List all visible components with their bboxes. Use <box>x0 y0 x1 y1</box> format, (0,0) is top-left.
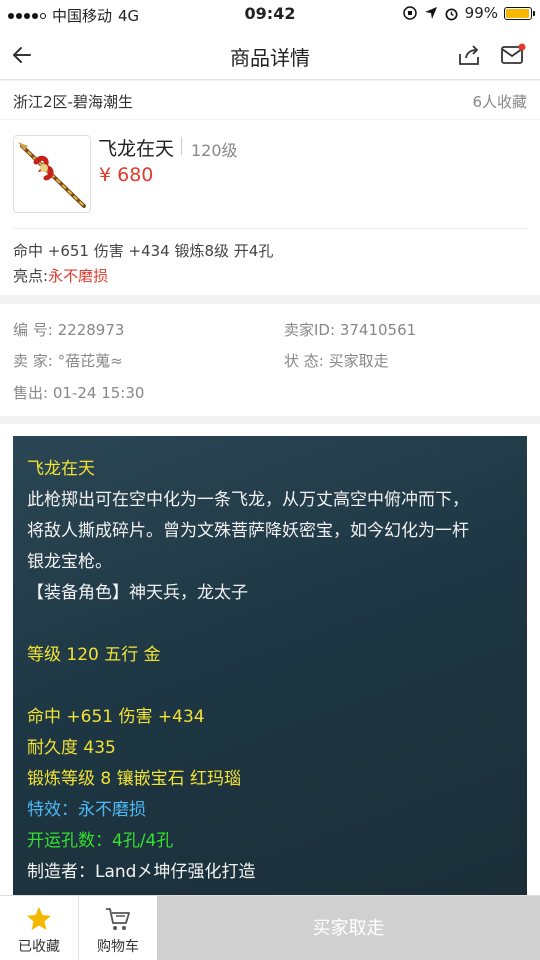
server-card: 浙江2区-碧海潮生 6人收藏 <box>0 81 540 119</box>
item-description: 飞龙在天 此枪掷出可在空中化为一条飞龙，从万丈高空中俯冲而下， 将敌人撕成碎片。… <box>13 436 527 896</box>
desc-spacer <box>27 609 513 640</box>
state-row: 状 态: 买家取走 <box>284 350 389 371</box>
buyer-taken-button[interactable]: 买家取走 <box>157 896 540 960</box>
item-price: ¥ 680 <box>99 164 154 186</box>
desc-role: 【装备角色】神天兵，龙太子 <box>27 583 248 603</box>
seller-label: 卖 家: <box>13 352 53 370</box>
seller-row: 卖 家: °蓓芘蒐≈ <box>13 350 123 371</box>
alarm-icon <box>445 7 458 20</box>
desc-attr-1: 命中 +651 伤害 +434 <box>27 707 205 727</box>
desc-text-3: 银龙宝枪。 <box>27 552 112 572</box>
orientation-lock-icon <box>402 6 417 20</box>
desc-maker: 制造者：Land㐅坤仔强化打造 <box>27 862 256 882</box>
message-icon[interactable] <box>500 42 526 68</box>
item-thumbnail[interactable] <box>13 135 91 213</box>
highlight-label: 亮点: <box>13 267 49 285</box>
seller-id-label: 卖家ID: <box>284 321 336 339</box>
item-name: 飞龙在天 <box>98 138 175 160</box>
seller-id-row: 卖家ID: 37410561 <box>284 319 416 340</box>
cart-label: 购物车 <box>97 939 139 955</box>
sold-value: 01-24 15:30 <box>52 384 145 402</box>
id-value: 2228973 <box>57 321 125 339</box>
seller-value: °蓓芘蒐≈ <box>57 352 123 370</box>
server-name: 浙江2区-碧海潮生 <box>13 93 133 111</box>
status-right: 99% <box>402 4 535 22</box>
favorite-tab[interactable]: 已收藏 <box>0 896 78 960</box>
desc-attr-2: 耐久度 435 <box>27 738 116 758</box>
id-label: 编 号: <box>13 321 53 339</box>
status-bar: 中国移动 4G 09:42 99% <box>0 0 540 30</box>
desc-text-2: 将敌人撕成碎片。曾为文殊菩萨降妖密宝，如今幻化为一杆 <box>27 521 469 541</box>
star-icon <box>27 907 51 930</box>
desc-effect: 特效：永不磨损 <box>27 800 146 820</box>
location-icon <box>424 7 437 19</box>
desc-attr-3: 锻炼等级 8 镶嵌宝石 红玛瑙 <box>27 769 242 789</box>
state-label: 状 态: <box>284 352 324 370</box>
desc-level: 等级 120 五行 金 <box>27 645 161 665</box>
cart-tab[interactable]: 购物车 <box>79 896 157 960</box>
share-icon[interactable] <box>456 42 482 68</box>
sold-row: 售出: 01-24 15:30 <box>13 382 144 403</box>
battery-percent: 99% <box>464 4 498 22</box>
bottom-bar: 已收藏 购物车 买家取走 <box>0 895 540 960</box>
battery-icon <box>504 6 535 20</box>
cart-icon <box>106 908 130 930</box>
id-row: 编 号: 2228973 <box>13 319 124 340</box>
seller-id-value: 37410561 <box>339 321 417 339</box>
favorite-count: 6人收藏 <box>472 93 527 111</box>
divider <box>13 228 527 229</box>
item-stats: 命中 +651 伤害 +434 锻炼8级 开4孔 <box>13 242 274 260</box>
spear-icon <box>18 142 86 208</box>
name-divider <box>181 137 182 155</box>
highlight-value: 永不磨损 <box>48 267 109 285</box>
desc-holes: 开运孔数：4孔/4孔 <box>27 831 174 851</box>
highlight-row: 亮点:永不磨损 <box>13 265 108 286</box>
desc-title: 飞龙在天 <box>27 459 95 479</box>
sold-label: 售出: <box>13 384 49 402</box>
nav-bar: 商品详情 <box>0 30 540 80</box>
desc-text-1: 此枪掷出可在空中化为一条飞龙，从万丈高空中俯冲而下， <box>27 490 469 510</box>
favorite-label: 已收藏 <box>18 939 60 955</box>
item-level: 120级 <box>191 141 238 160</box>
desc-spacer <box>27 671 513 702</box>
state-value: 买家取走 <box>328 352 389 370</box>
